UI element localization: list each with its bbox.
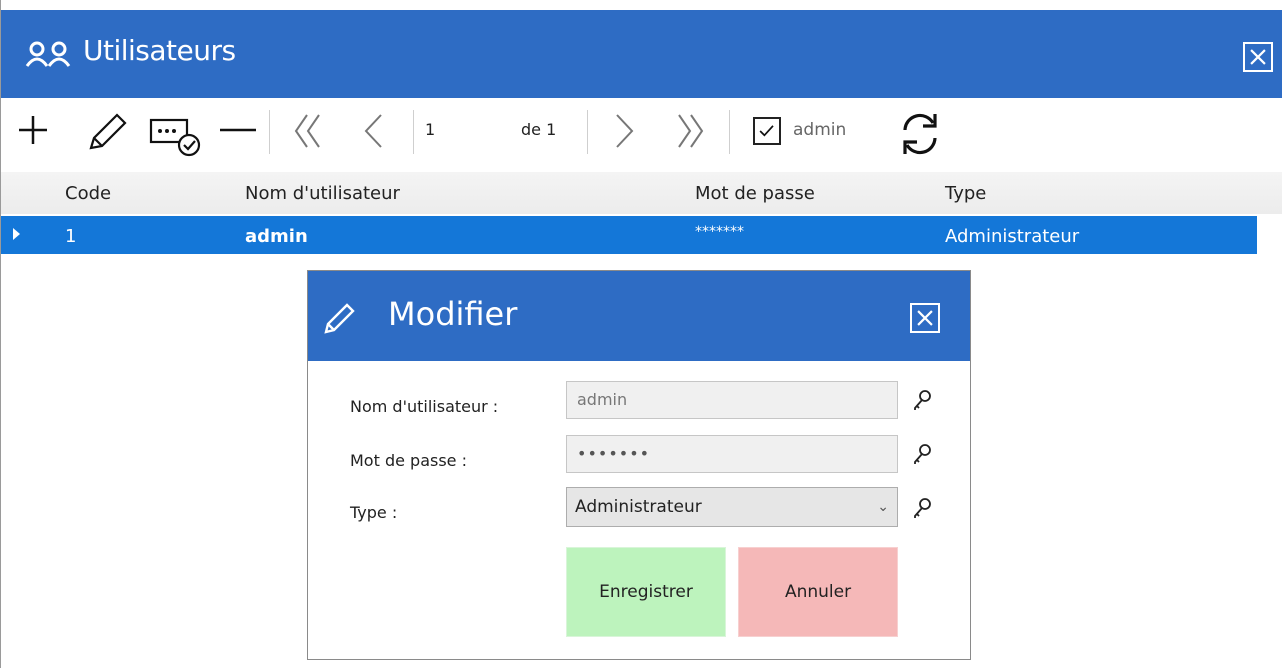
dialog-title: Modifier <box>388 295 518 333</box>
row-indicator-icon <box>13 228 20 240</box>
page-number-input[interactable]: 1 <box>425 120 435 139</box>
close-icon[interactable] <box>910 303 940 333</box>
key-icon[interactable] <box>912 389 932 411</box>
filter-label: admin <box>793 120 847 140</box>
pencil-icon <box>324 303 355 334</box>
toolbar-separator <box>413 110 414 154</box>
users-window: Utilisateurs 1 de 1 admin Code Nom d'uti… <box>0 0 1282 668</box>
username-field[interactable]: admin <box>566 381 898 419</box>
double-chevron-right-icon[interactable] <box>675 113 705 149</box>
double-chevron-left-icon[interactable] <box>293 113 323 149</box>
column-header-password[interactable]: Mot de passe <box>695 183 815 204</box>
plus-icon[interactable] <box>17 114 49 146</box>
type-select-value: Administrateur <box>575 497 702 517</box>
toolbar-separator <box>587 110 588 154</box>
cancel-button[interactable]: Annuler <box>738 547 898 637</box>
minus-icon[interactable] <box>219 127 257 133</box>
pencil-icon[interactable] <box>85 112 127 152</box>
password-label: Mot de passe : <box>350 451 467 470</box>
window-title-bar: Utilisateurs <box>1 10 1282 98</box>
refresh-icon[interactable] <box>897 110 943 158</box>
key-icon[interactable] <box>912 443 932 465</box>
cell-username: admin <box>245 226 308 247</box>
filter-checkbox[interactable] <box>753 117 781 145</box>
cell-code: 1 <box>65 226 77 247</box>
grid-header <box>1 172 1282 214</box>
column-header-code[interactable]: Code <box>65 183 111 204</box>
username-label: Nom d'utilisateur : <box>350 397 499 416</box>
type-select[interactable]: Administrateur ⌄ <box>566 487 898 527</box>
cell-type: Administrateur <box>945 226 1080 247</box>
grid-header-background <box>1 172 1282 214</box>
password-field[interactable]: ••••••• <box>566 435 898 473</box>
page-count-label: de 1 <box>521 120 557 139</box>
dialog-title-bar: Modifier <box>308 271 970 361</box>
close-icon[interactable] <box>1243 42 1273 72</box>
toolbar-separator <box>269 110 270 154</box>
edit-dialog: Modifier Nom d'utilisateur : admin Mot d… <box>307 270 971 660</box>
save-button[interactable]: Enregistrer <box>566 547 726 637</box>
column-header-type[interactable]: Type <box>945 183 986 204</box>
chevron-down-icon: ⌄ <box>877 499 889 515</box>
chevron-right-icon[interactable] <box>613 113 637 149</box>
password-check-icon[interactable] <box>149 114 205 160</box>
type-label: Type : <box>350 503 398 522</box>
window-title: Utilisateurs <box>83 34 236 67</box>
key-icon[interactable] <box>912 497 932 519</box>
cell-password: ******* <box>695 224 744 240</box>
chevron-left-icon[interactable] <box>361 113 385 149</box>
toolbar-separator <box>729 110 730 154</box>
users-icon <box>25 41 71 67</box>
column-header-username[interactable]: Nom d'utilisateur <box>245 183 400 204</box>
